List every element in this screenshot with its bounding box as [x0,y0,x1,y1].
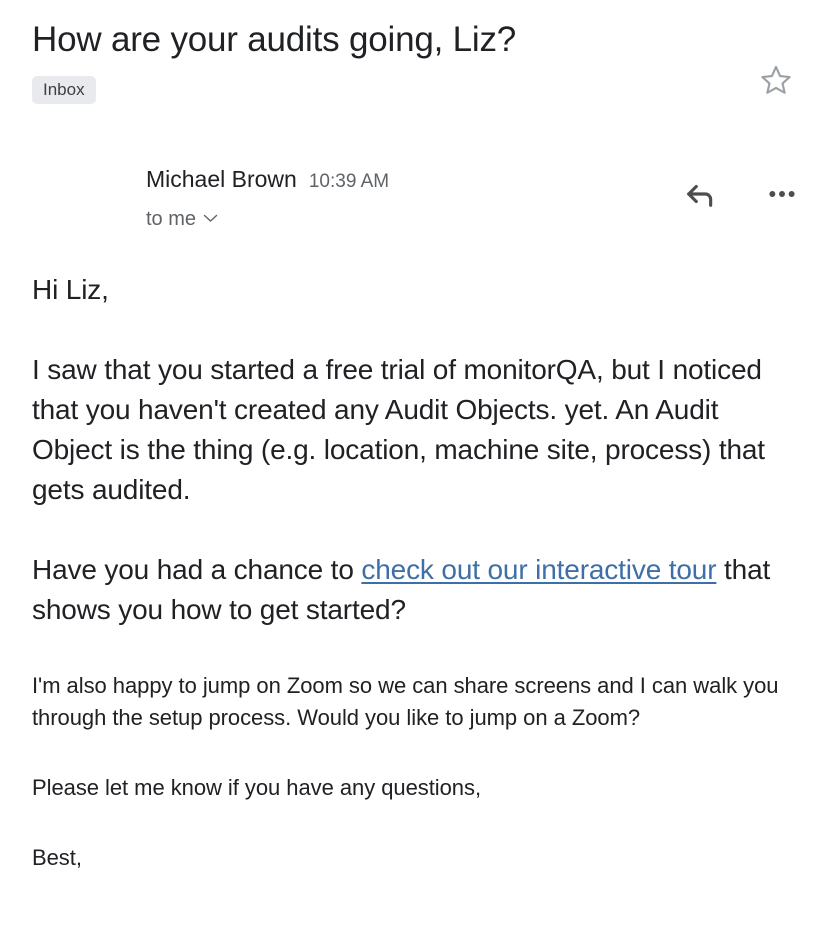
message-timestamp: 10:39 AM [308,170,390,192]
body-paragraph-3: I'm also happy to jump on Zoom so we can… [32,672,779,730]
body-paragraph-2-text-before: Have you had a chance to [32,553,362,585]
reply-arrow-icon [682,176,718,212]
more-options-button[interactable] [760,172,804,216]
body-paragraph-2: Have you had a chance to check out our i… [32,550,796,630]
interactive-tour-link[interactable]: check out our interactive tour [361,554,716,585]
recipient-label: to me [146,207,197,230]
body-paragraph-4: Please let me know if you have any quest… [32,774,482,800]
label-chip-inbox[interactable]: Inbox [32,75,96,104]
sender-name[interactable]: Michael Brown [146,166,297,194]
message-body: Hi Liz, I saw that you started a free tr… [0,270,828,874]
body-signoff: Best, [32,844,82,870]
recipient-details-toggle[interactable]: to me [146,207,218,231]
star-outline-icon [759,63,793,97]
email-message-view: How are your audits going, Liz? Inbox Mi… [0,0,828,951]
message-actions [678,172,804,216]
reply-button[interactable] [678,172,722,216]
body-paragraph-1: I saw that you started a free trial of m… [32,353,765,505]
more-options-icon [765,177,799,211]
message-header: Michael Brown 10:39 AM to me [0,166,828,236]
body-greeting: Hi Liz, [32,273,109,305]
subject-header: How are your audits going, Liz? Inbox [0,0,828,104]
star-button[interactable] [754,58,798,102]
page-title: How are your audits going, Liz? [32,20,517,59]
chevron-down-icon [203,210,218,228]
